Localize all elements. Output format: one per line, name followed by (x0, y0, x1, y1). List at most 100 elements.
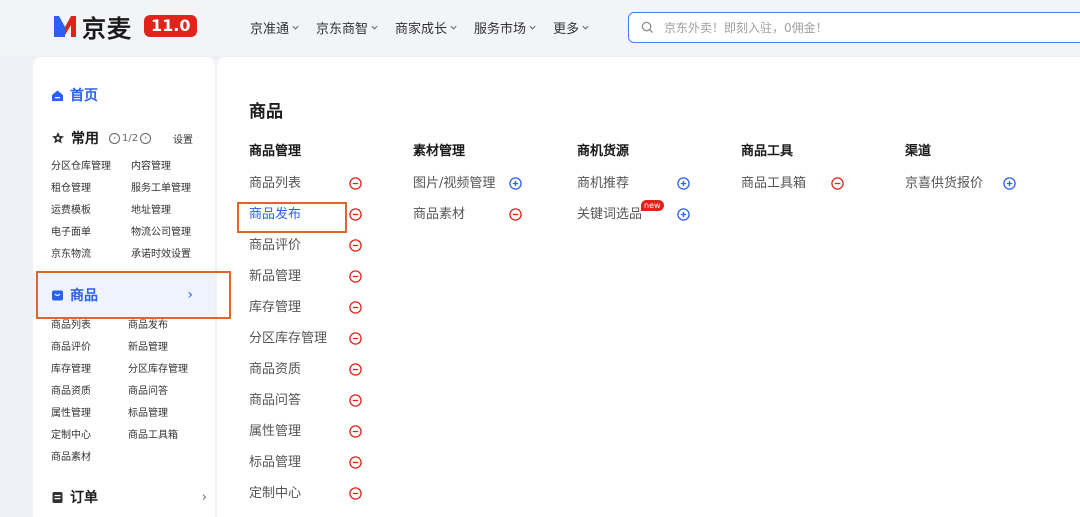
common-link[interactable]: 承诺时效设置 (131, 246, 211, 263)
column-header: 商机货源 (577, 144, 630, 159)
common-link[interactable]: 运费模板 (51, 202, 131, 219)
common-links: 分区仓库管理 内容管理 租仓管理 服务工单管理 运费模板 地址管理 电子面单 物… (51, 158, 211, 263)
product-link[interactable]: 分区库存管理 (128, 361, 211, 378)
product-link[interactable]: 商品资质 (51, 383, 128, 400)
menu-item[interactable]: 京喜供货报价 (905, 168, 1016, 199)
remove-circle-icon[interactable] (509, 208, 522, 221)
brand-logo[interactable]: 京麦 11.0 (52, 10, 198, 43)
add-circle-icon[interactable] (1003, 177, 1016, 190)
sidebar-item-product[interactable]: 商品 › (33, 273, 215, 317)
product-link[interactable]: 定制中心 (51, 427, 128, 444)
add-circle-icon[interactable] (509, 177, 522, 190)
nav-label: 服务市场 (474, 22, 527, 37)
nav-more[interactable]: 更多 (553, 18, 590, 37)
sidebar: 首页 常用 ‹ 1/2 › 设置 分区仓库管理 内容管理 租仓管理 服务工单管理… (33, 57, 215, 517)
remove-circle-icon[interactable] (349, 363, 362, 376)
add-circle-icon[interactable] (677, 177, 690, 190)
menu-item[interactable]: 商品问答 (249, 385, 362, 416)
common-link[interactable]: 地址管理 (131, 202, 211, 219)
pager: ‹ 1/2 › (107, 132, 153, 144)
menu-item[interactable]: 库存管理 (249, 292, 362, 323)
nav-service-market[interactable]: 服务市场 (474, 18, 537, 37)
common-link[interactable]: 京东物流 (51, 246, 131, 263)
top-bar: 京麦 11.0 京准通 京东商智 商家成长 服务市场 更多 (0, 0, 1080, 56)
nav-label: 京东商智 (316, 22, 369, 37)
remove-circle-icon[interactable] (349, 239, 362, 252)
menu-item[interactable]: 分区库存管理 (249, 323, 362, 354)
product-link[interactable]: 商品工具箱 (128, 427, 211, 444)
menu-item[interactable]: 商品工具箱 (741, 168, 844, 199)
common-link[interactable]: 物流公司管理 (131, 224, 211, 241)
sidebar-item-home[interactable]: 首页 (51, 85, 98, 105)
common-link[interactable]: 服务工单管理 (131, 180, 211, 197)
common-link[interactable]: 电子面单 (51, 224, 131, 241)
column-header: 素材管理 (413, 144, 466, 159)
menu-item[interactable]: 商品素材 (413, 199, 522, 230)
remove-circle-icon[interactable] (349, 270, 362, 283)
product-link[interactable]: 新品管理 (128, 339, 211, 356)
remove-circle-icon[interactable] (349, 394, 362, 407)
product-link[interactable]: 商品评价 (51, 339, 128, 356)
menu-item[interactable]: 标品管理 (249, 447, 362, 478)
column-header: 渠道 (905, 144, 932, 159)
common-link[interactable]: 分区仓库管理 (51, 158, 131, 175)
remove-circle-icon[interactable] (349, 487, 362, 500)
menu-item-label: 属性管理 (249, 424, 302, 439)
product-link[interactable]: 商品发布 (128, 317, 211, 334)
home-icon (52, 90, 63, 101)
product-link[interactable]: 标品管理 (128, 405, 211, 422)
common-link[interactable]: 内容管理 (131, 158, 211, 175)
next-page-icon[interactable]: › (140, 132, 152, 144)
column-header: 商品工具 (741, 144, 794, 159)
remove-circle-icon[interactable] (349, 456, 362, 469)
sidebar-item-order[interactable]: 订单 › (51, 487, 211, 507)
chevron-down-icon (371, 25, 378, 30)
menu-item[interactable]: 商品发布 (249, 199, 362, 230)
product-link[interactable]: 商品素材 (51, 449, 128, 466)
menu-item-label: 分区库存管理 (249, 331, 328, 346)
common-link[interactable]: 租仓管理 (51, 180, 131, 197)
menu-item-label: 商品素材 (413, 207, 466, 222)
menu-item[interactable]: 商品评价 (249, 230, 362, 261)
nav-shangzhi[interactable]: 京东商智 (316, 18, 379, 37)
sidebar-home-label: 首页 (70, 88, 98, 104)
remove-circle-icon[interactable] (349, 177, 362, 190)
menu-item[interactable]: 商品列表 (249, 168, 362, 199)
remove-circle-icon[interactable] (349, 332, 362, 345)
remove-circle-icon[interactable] (349, 301, 362, 314)
product-link[interactable]: 商品问答 (128, 383, 211, 400)
remove-circle-icon[interactable] (831, 177, 844, 190)
nav-growth[interactable]: 商家成长 (395, 18, 458, 37)
search-box[interactable] (628, 12, 1080, 43)
menu-item-label: 商品列表 (249, 176, 302, 191)
common-settings-link[interactable]: 设置 (173, 131, 193, 146)
remove-circle-icon[interactable] (349, 208, 362, 221)
menu-item[interactable]: 关键词选品 new (577, 199, 690, 230)
menu-item[interactable]: 定制中心 (249, 478, 362, 509)
sidebar-product-label: 商品 (70, 288, 98, 304)
add-circle-icon[interactable] (677, 208, 690, 221)
menu-item[interactable]: 属性管理 (249, 416, 362, 447)
nav-jingzhuntong[interactable]: 京准通 (250, 18, 300, 37)
remove-circle-icon[interactable] (349, 425, 362, 438)
new-badge: new (641, 200, 664, 211)
sidebar-common-label: 常用 (71, 131, 99, 147)
menu-column: 素材管理图片/视频管理商品素材 (413, 144, 522, 230)
sidebar-section-common: 常用 ‹ 1/2 › 设置 (51, 128, 211, 148)
product-link[interactable]: 属性管理 (51, 405, 128, 422)
menu-item[interactable]: 新品管理 (249, 261, 362, 292)
product-link[interactable]: 库存管理 (51, 361, 128, 378)
menu-item[interactable]: 图片/视频管理 (413, 168, 522, 199)
menu-item[interactable]: 商机推荐 (577, 168, 690, 199)
search-input[interactable] (664, 20, 1064, 35)
product-box-icon (52, 290, 63, 300)
top-nav: 京准通 京东商智 商家成长 服务市场 更多 (250, 18, 606, 37)
menu-item-label: 商品资质 (249, 362, 302, 377)
menu-item-label: 新品管理 (249, 269, 302, 284)
prev-page-icon[interactable]: ‹ (109, 132, 120, 144)
pager-label: 1/2 (122, 132, 139, 144)
product-link[interactable]: 商品列表 (51, 317, 128, 334)
chevron-right-icon: › (187, 287, 193, 303)
menu-item[interactable]: 商品资质 (249, 354, 362, 385)
menu-item-label: 京喜供货报价 (905, 176, 984, 191)
